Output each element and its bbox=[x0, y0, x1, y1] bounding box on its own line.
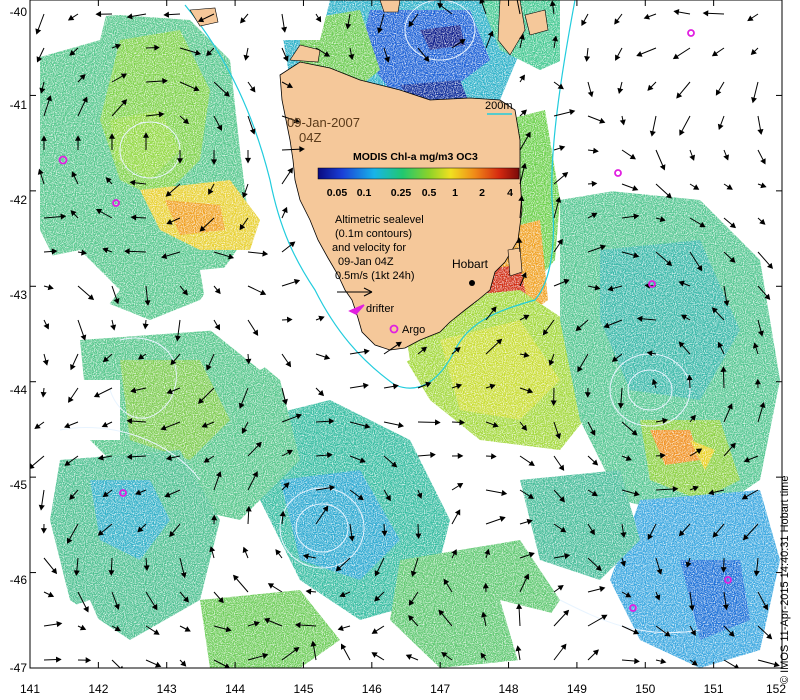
x-tick-label: 141 bbox=[20, 682, 40, 696]
y-tick-label: -42 bbox=[10, 193, 28, 207]
x-tick-label: 152 bbox=[766, 682, 786, 696]
y-tick-label: -43 bbox=[10, 288, 28, 302]
x-tick-label: 151 bbox=[704, 682, 724, 696]
colorbar-tick-label: 2 bbox=[479, 187, 485, 199]
y-axis-labels: -40 -41 -42 -43 -44 -45 -46 -47 bbox=[10, 5, 28, 675]
y-tick-label: -41 bbox=[10, 98, 28, 112]
colorbar-tick-label: 0.1 bbox=[357, 187, 372, 199]
x-axis-labels: 141 142 143 144 145 146 147 148 149 150 … bbox=[20, 682, 786, 696]
argo-label: Argo bbox=[402, 324, 425, 336]
colorbar-tick-label: 0.05 bbox=[327, 187, 348, 199]
description-line: 09-Jan 04Z bbox=[338, 256, 394, 268]
x-tick-label: 150 bbox=[635, 682, 655, 696]
colorbar bbox=[317, 167, 520, 180]
y-tick-label: -47 bbox=[10, 661, 28, 675]
x-tick-label: 143 bbox=[157, 682, 177, 696]
colorbar-title: MODIS Chl-a mg/m3 OC3 bbox=[353, 151, 478, 163]
ocean-color-map: 141 142 143 144 145 146 147 148 149 150 … bbox=[10, 0, 786, 696]
y-tick-label: -45 bbox=[10, 478, 28, 492]
colorbar-tick-label: 0.5 bbox=[422, 187, 437, 199]
drifter-label: drifter bbox=[366, 303, 394, 315]
hobart-marker bbox=[469, 280, 475, 286]
credit-text: © IMOS 11-Apr-2015 14:40:31 Hobart time bbox=[779, 475, 791, 684]
isobath-label: 200m bbox=[485, 100, 513, 112]
y-tick-label: -44 bbox=[10, 383, 28, 397]
description-line: Altimetric sealevel bbox=[335, 214, 424, 226]
x-tick-label: 146 bbox=[362, 682, 382, 696]
colorbar-tick-label: 4 bbox=[507, 187, 513, 199]
y-tick-label: -40 bbox=[10, 5, 28, 19]
date-label: 09-Jan-2007 bbox=[287, 115, 360, 130]
x-tick-label: 149 bbox=[567, 682, 587, 696]
colorbar-tick-label: 0.25 bbox=[391, 187, 412, 199]
x-tick-label: 148 bbox=[498, 682, 518, 696]
x-tick-label: 144 bbox=[225, 682, 245, 696]
hobart-label: Hobart bbox=[452, 257, 489, 271]
description-line: and velocity for bbox=[332, 242, 406, 254]
x-tick-label: 147 bbox=[430, 682, 450, 696]
y-tick-label: -46 bbox=[10, 573, 28, 587]
description-line: (0.1m contours) bbox=[335, 228, 412, 240]
x-tick-label: 145 bbox=[293, 682, 313, 696]
description-line: 0.5m/s (1kt 24h) bbox=[335, 270, 414, 282]
colorbar-tick-label: 1 bbox=[452, 187, 458, 199]
time-label: 04Z bbox=[299, 130, 321, 145]
x-tick-label: 142 bbox=[88, 682, 108, 696]
